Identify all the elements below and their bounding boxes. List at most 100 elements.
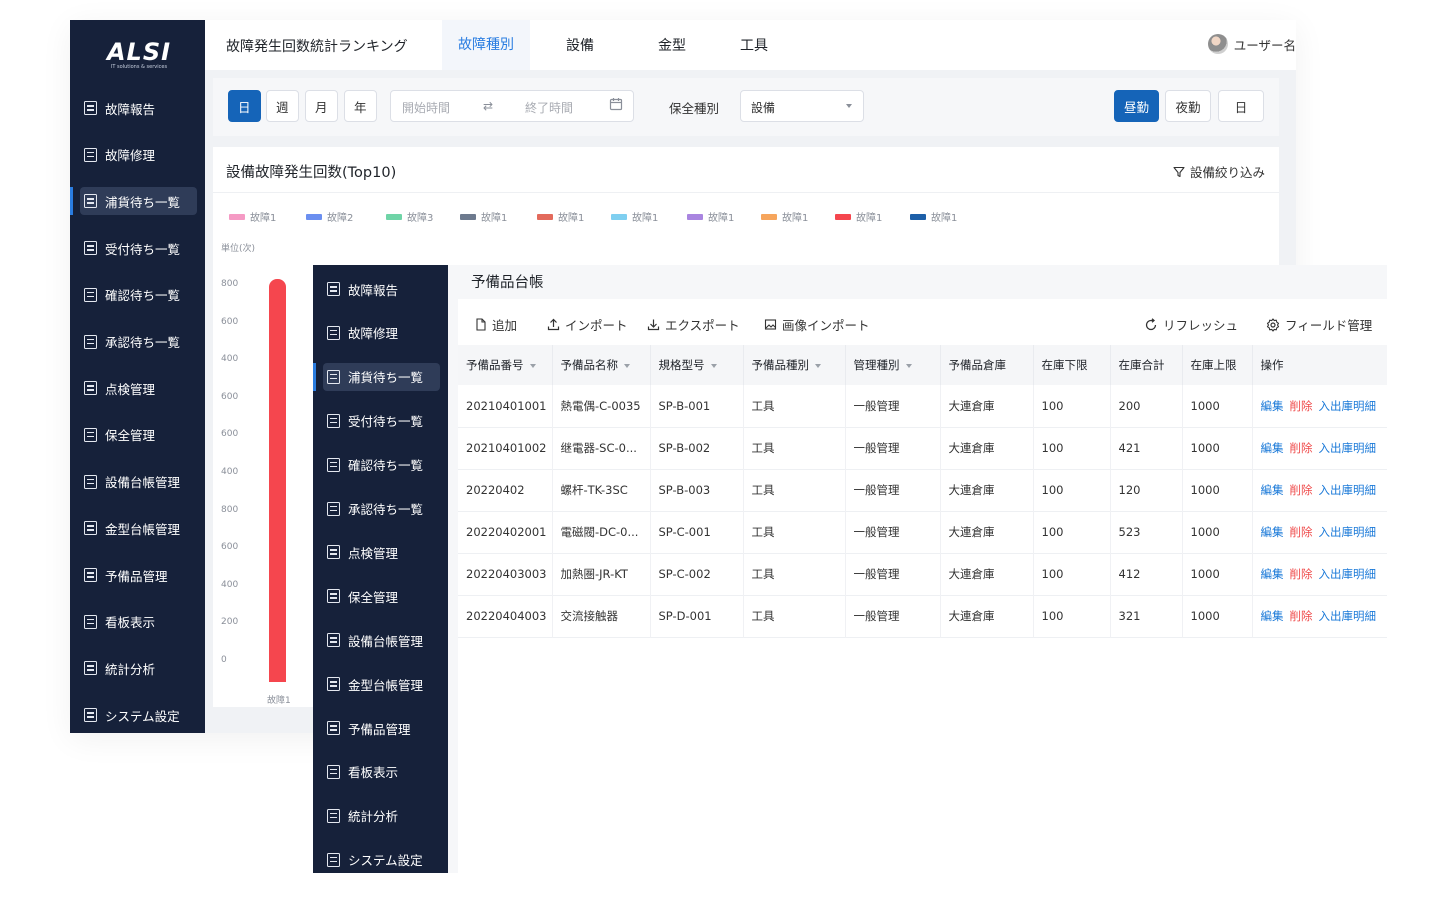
sidebar-item-6[interactable]: 点検管理 (323, 538, 440, 566)
sidebar-item-7[interactable]: 保全管理 (323, 582, 440, 610)
sort-caret-icon[interactable] (905, 363, 912, 368)
delete-link[interactable]: 削除 (1290, 567, 1313, 581)
import-button[interactable]: インポート (547, 315, 628, 334)
stock-detail-link[interactable]: 入出庫明細 (1319, 441, 1377, 455)
equipment-filter-button[interactable]: 設備絞り込み (1173, 162, 1265, 181)
sort-caret-icon[interactable] (815, 363, 821, 368)
user-menu[interactable]: ユーザー名 (1207, 34, 1296, 54)
edit-link[interactable]: 編集 (1261, 525, 1284, 539)
table-row[interactable]: 20220402 螺杆-TK-3SC SP-B-003 工具 一般管理 大連倉庫 100 12… (458, 469, 1387, 511)
delete-link[interactable]: 削除 (1290, 441, 1313, 455)
legend-item[interactable]: 故障1 (611, 209, 658, 224)
sidebar-item-3[interactable]: 受付待ち一覧 (80, 234, 197, 262)
tab-equipment[interactable]: 設備 (566, 35, 594, 55)
sidebar-item-8[interactable]: 設備台帳管理 (80, 468, 197, 496)
date-range-picker[interactable]: 開始時間 ⇄ 終了時間 (390, 90, 634, 122)
legend-item[interactable]: 故障1 (835, 209, 882, 224)
stock-detail-link[interactable]: 入出庫明細 (1319, 609, 1377, 623)
sidebar-item-1[interactable]: 故障修理 (80, 141, 197, 169)
maintenance-type-select[interactable]: 設備 (740, 90, 864, 122)
sidebar-item-label: 看板表示 (348, 765, 399, 781)
tab-tool[interactable]: 工具 (740, 35, 768, 55)
sidebar-item-1[interactable]: 故障修理 (323, 319, 440, 347)
sort-caret-icon[interactable] (624, 363, 630, 368)
sidebar-item-9[interactable]: 金型台帳管理 (323, 670, 440, 698)
sidebar-item-2[interactable]: 浦貨待ち一覧 (323, 362, 440, 391)
table-cell: 120 (1110, 469, 1183, 511)
delete-link[interactable]: 削除 (1290, 609, 1313, 623)
shift-day-button[interactable]: 昼勤 (1114, 90, 1159, 122)
sidebar-item-11[interactable]: 看板表示 (80, 608, 197, 636)
sidebar-item-4[interactable]: 確認待ち一覧 (323, 451, 440, 479)
table-row[interactable]: 20210401001 熱電偶-C-0035 SP-B-001 工具 一般管理 大連倉庫 1… (458, 385, 1387, 427)
edit-link[interactable]: 編集 (1261, 609, 1284, 623)
sidebar-item-4[interactable]: 確認待ち一覧 (80, 281, 197, 309)
stock-detail-link[interactable]: 入出庫明細 (1319, 399, 1377, 413)
table-row[interactable]: 20210401002 继電器-SC-0... SP-B-002 工具 一般管理 大連倉庫… (458, 427, 1387, 469)
legend-item[interactable]: 故障1 (537, 209, 584, 224)
sidebar-item-5[interactable]: 承認待ち一覧 (323, 495, 440, 523)
column-header[interactable]: 管理種別 (845, 345, 941, 385)
table-row[interactable]: 20220402001 電磁閥-DC-0... SP-C-001 工具 一般管理 大連倉庫… (458, 511, 1387, 553)
shift-all-button[interactable]: 日 (1218, 90, 1264, 122)
sidebar-item-11[interactable]: 看板表示 (323, 758, 440, 786)
sidebar-item-13[interactable]: システム設定 (80, 701, 197, 729)
tab-failure-type[interactable]: 故障種別 (442, 20, 530, 70)
delete-link[interactable]: 削除 (1290, 399, 1313, 413)
legend-item[interactable]: 故障1 (910, 209, 957, 224)
legend-item[interactable]: 故障1 (460, 209, 507, 224)
sidebar-item-10[interactable]: 予備品管理 (80, 561, 197, 589)
sidebar-item-12[interactable]: 統計分析 (323, 802, 440, 830)
tab-mold[interactable]: 金型 (658, 35, 686, 55)
shift-night-button[interactable]: 夜勤 (1165, 90, 1211, 122)
refresh-button[interactable]: リフレッシュ (1144, 315, 1238, 334)
sidebar-item-5[interactable]: 承認待ち一覧 (80, 328, 197, 356)
period-month-button[interactable]: 月 (305, 90, 338, 122)
edit-link[interactable]: 編集 (1261, 483, 1284, 497)
sidebar-item-3[interactable]: 受付待ち一覧 (323, 407, 440, 435)
sidebar-item-13[interactable]: システム設定 (323, 846, 440, 874)
sidebar-item-0[interactable]: 故障報告 (80, 94, 197, 122)
sidebar-item-9[interactable]: 金型台帳管理 (80, 514, 197, 542)
stock-detail-link[interactable]: 入出庫明細 (1319, 525, 1377, 539)
delete-link[interactable]: 削除 (1290, 483, 1313, 497)
end-time-input[interactable]: 終了時間 (525, 99, 573, 116)
logo[interactable]: ALSI IT solutions & services (104, 38, 174, 70)
legend-item[interactable]: 故障2 (306, 209, 353, 224)
column-header[interactable]: 予備品名称 (552, 345, 651, 385)
period-day-button[interactable]: 日 (228, 90, 261, 122)
column-header[interactable]: 予備品番号 (458, 345, 553, 385)
sidebar-item-0[interactable]: 故障報告 (323, 275, 440, 303)
start-time-input[interactable]: 開始時間 (402, 99, 450, 116)
edit-link[interactable]: 編集 (1261, 441, 1284, 455)
legend-item[interactable]: 故障1 (761, 209, 808, 224)
stock-detail-link[interactable]: 入出庫明細 (1319, 567, 1377, 581)
sidebar-item-2[interactable]: 浦貨待ち一覧 (80, 187, 197, 216)
column-header[interactable]: 予備品種別 (743, 345, 846, 385)
stock-detail-link[interactable]: 入出庫明細 (1319, 483, 1377, 497)
sidebar-item-12[interactable]: 統計分析 (80, 654, 197, 682)
legend-swatch (537, 213, 553, 220)
column-header[interactable]: 規格型号 (650, 345, 744, 385)
edit-link[interactable]: 編集 (1261, 567, 1284, 581)
sidebar-item-10[interactable]: 予備品管理 (323, 714, 440, 742)
sidebar-item-6[interactable]: 点検管理 (80, 374, 197, 402)
delete-link[interactable]: 削除 (1290, 525, 1313, 539)
sidebar-item-7[interactable]: 保全管理 (80, 421, 197, 449)
image-import-button[interactable]: 画像インポート (764, 315, 870, 334)
table-row[interactable]: 20220403003 加熱圏-JR-KT SP-C-002 工具 一般管理 大連倉庫 10… (458, 553, 1387, 595)
add-button[interactable]: 追加 (475, 315, 517, 334)
legend-item[interactable]: 故障1 (687, 209, 734, 224)
period-year-button[interactable]: 年 (344, 90, 377, 122)
sort-caret-icon[interactable] (710, 363, 717, 368)
legend-item[interactable]: 故障1 (229, 209, 276, 224)
edit-link[interactable]: 編集 (1261, 399, 1284, 413)
sort-caret-icon[interactable] (529, 363, 536, 368)
chart-bar[interactable] (269, 279, 286, 682)
field-management-button[interactable]: フィールド管理 (1266, 315, 1372, 334)
legend-item[interactable]: 故障3 (386, 209, 433, 224)
sidebar-item-8[interactable]: 設備台帳管理 (323, 626, 440, 654)
export-button[interactable]: エクスポート (647, 315, 740, 334)
table-row[interactable]: 20220404003 交流接触器 SP-D-001 工具 一般管理 大連倉庫 100 321… (458, 595, 1387, 637)
period-week-button[interactable]: 週 (266, 90, 299, 122)
